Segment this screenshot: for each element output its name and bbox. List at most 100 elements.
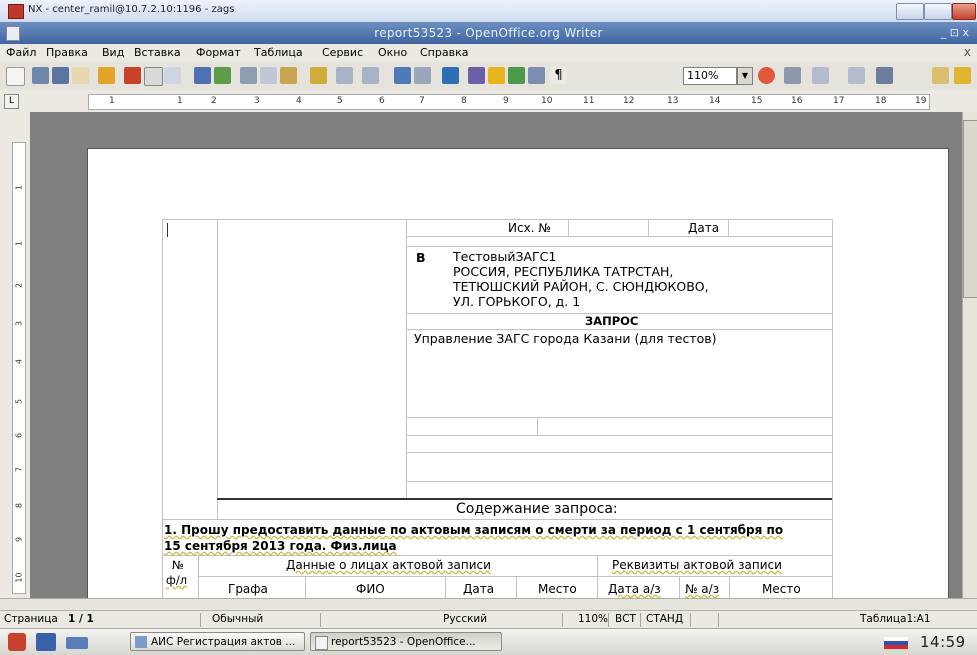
selection-mode[interactable]: СТАНД [646,613,683,625]
show-draw-functions-icon[interactable] [442,67,459,84]
undo-icon[interactable] [336,67,353,84]
toolbar-more-icon[interactable] [932,67,949,84]
record-details-header: Реквизиты актовой записи [612,558,782,572]
col-record-place: Место [762,582,801,596]
quick-launch-icon[interactable] [66,637,88,649]
export-pdf-icon[interactable] [124,67,141,84]
ruler-mark: 14 [709,96,721,106]
close-button[interactable] [952,3,976,20]
request-text-line-1: 1. Прошу предоставить данные по актовым … [164,523,784,537]
print-icon[interactable] [144,67,163,86]
cut-icon[interactable] [240,67,257,84]
page-label: Страница [4,613,58,625]
navigator-icon[interactable] [488,67,505,84]
page-preview-icon[interactable] [164,67,181,84]
start-menu-icon[interactable] [8,633,26,651]
ruler-mark: 7 [419,96,425,106]
menu-table[interactable]: Таблица [254,46,303,59]
table-grid-icon[interactable] [812,67,829,84]
menu-help[interactable]: Справка [420,46,468,59]
page-indicator[interactable]: 1 / 1 [68,613,94,625]
menu-bar: Файл Правка Вид Вставка Формат Таблица С… [0,44,977,62]
persons-data-header: Данные о лицах актовой записи [286,558,491,572]
language-indicator[interactable]: Русский [443,613,487,625]
paste-icon[interactable] [280,67,297,84]
page-style[interactable]: Обычный [212,613,263,625]
clock: 14:59 [920,633,966,651]
taskbar-task-ais[interactable]: АИС Регистрация актов ... [130,632,305,651]
keyboard-layout-flag-icon[interactable] [884,637,908,649]
menu-tools[interactable]: Сервис [322,46,363,59]
table-properties-icon[interactable] [954,67,971,84]
ruler-mark: 17 [833,96,845,106]
ruler-mark: 16 [791,96,803,106]
hyperlink-icon[interactable] [394,67,411,84]
content-heading: Содержание запроса: [456,501,618,517]
edit-file-icon[interactable] [98,67,115,84]
table-number-header: № [172,558,184,572]
status-bar: Страница 1 / 1 Обычный Русский 110% ВСТ … [0,610,977,629]
ruler-mark: 7 [14,466,24,473]
copy-icon[interactable] [260,67,277,84]
menu-format[interactable]: Формат [196,46,241,59]
col-place: Место [538,582,577,596]
merge-cells-icon[interactable] [848,67,865,84]
new-document-icon[interactable] [6,67,25,86]
menu-window[interactable]: Окно [378,46,407,59]
vertical-ruler[interactable]: 1 1 2 3 4 5 6 7 8 9 10 [0,112,30,598]
menu-insert[interactable]: Вставка [134,46,181,59]
autospellcheck-icon[interactable] [214,67,231,84]
menu-edit[interactable]: Правка [46,46,88,59]
table-icon[interactable] [414,67,431,84]
ruler-mark: 1 [14,184,24,191]
zoom-dropdown-icon[interactable]: ▼ [737,67,753,85]
open-icon[interactable] [32,67,49,84]
document-page[interactable]: Исх. № Дата В ТестовыйЗАГС1 РОССИЯ, РЕСП… [87,148,949,599]
recipient-line-4: УЛ. ГОРЬКОГО, д. 1 [453,294,581,309]
window-title: report53523 - OpenOffice.org Writer [374,26,603,40]
save-icon[interactable] [52,67,69,84]
show-desktop-icon[interactable] [36,633,56,651]
redo-icon[interactable] [362,67,379,84]
zoom-field[interactable]: 110% [683,67,737,85]
window-controls[interactable]: _ ⊡ x [941,26,969,39]
insert-mode[interactable]: ВСТ [615,613,636,625]
ruler-mark: 6 [379,96,385,106]
help-icon[interactable] [758,67,775,84]
request-text-line-2: 15 сентября 2013 года. Физ.лица [164,539,397,553]
tab-stop-selector[interactable]: L [4,94,19,109]
date-label: Дата [688,221,720,235]
formatting-marks-icon[interactable]: ¶ [550,67,567,84]
email-icon[interactable] [72,67,89,84]
request-heading: ЗАПРОС [585,314,639,328]
taskbar: АИС Регистрация актов ... report53523 - … [0,628,977,655]
table-borders-icon[interactable] [876,67,893,84]
vertical-ruler-strip[interactable]: 1 1 2 3 4 5 6 7 8 9 10 [12,142,26,594]
find-replace-icon[interactable] [468,67,485,84]
menu-view[interactable]: Вид [102,46,124,59]
recipient-line-2: РОССИЯ, РЕСПУБЛИКА ТАТРСТАН, [453,264,674,279]
ruler-mark: 6 [14,432,24,439]
ruler-mark: 9 [14,536,24,543]
spellcheck-icon[interactable] [194,67,211,84]
data-sources-icon[interactable] [528,67,545,84]
document-close-icon[interactable]: x [964,45,971,59]
minimize-button[interactable] [896,3,924,20]
ruler-mark: 4 [14,358,24,365]
recipient-line-1: ТестовыйЗАГС1 [453,249,557,264]
ruler-mark: 10 [14,572,24,583]
gallery-icon[interactable] [508,67,525,84]
ruler-mark: 4 [296,96,302,106]
vertical-scroll-thumb[interactable] [963,120,977,298]
menu-file[interactable]: Файл [6,46,36,59]
status-zoom[interactable]: 110% [578,613,608,625]
taskbar-task-writer[interactable]: report53523 - OpenOffice... [310,632,502,651]
border-icon[interactable] [784,67,801,84]
format-paintbrush-icon[interactable] [310,67,327,84]
maximize-button[interactable] [924,3,952,20]
ruler-mark: 1 [177,96,183,106]
ruler-strip[interactable]: 1 1 2 3 4 5 6 7 8 9 10 11 12 13 14 15 16… [88,94,930,110]
ruler-mark: 12 [623,96,635,106]
to-prefix: В [416,250,426,265]
horizontal-ruler[interactable]: L 1 1 2 3 4 5 6 7 8 9 10 11 12 13 14 15 … [0,90,977,113]
